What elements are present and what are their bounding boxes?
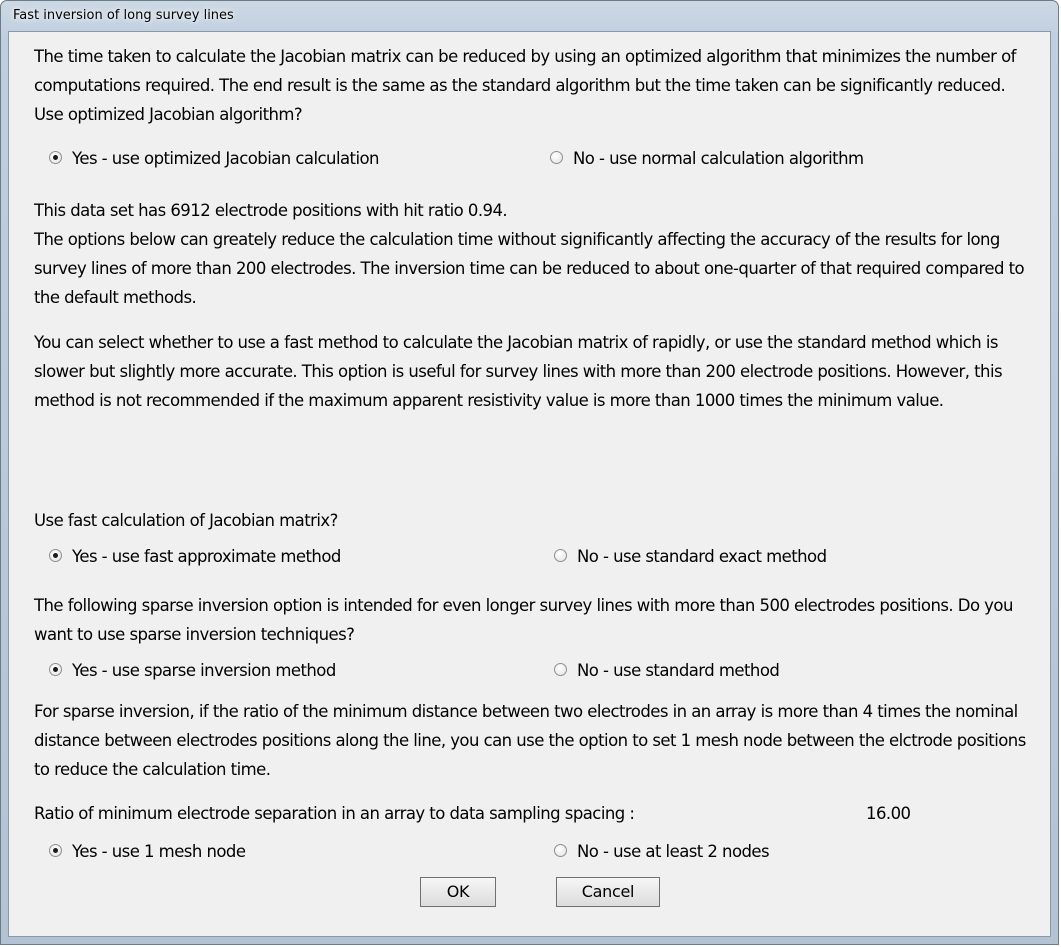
radio-label: Yes - use optimized Jacobian calculation [72, 149, 380, 168]
dataset-info-text: This data set has 6912 electrode positio… [34, 201, 508, 220]
jacobian-optimized-radio-group: Yes - use optimized Jacobian calculation… [9, 145, 1049, 173]
options-intro-text: The options below can greately reduce th… [34, 230, 1025, 307]
radio-label: No - use standard method [577, 661, 780, 680]
dialog-body: The time taken to calculate the Jacobian… [8, 31, 1051, 937]
radio-unchecked-icon [550, 151, 563, 164]
fast-jacobian-yes-radio[interactable]: Yes - use fast approximate method [49, 543, 341, 571]
ratio-value: 16.00 [866, 804, 911, 823]
fast-jacobian-radio-group: Yes - use fast approximate method No - u… [9, 543, 1049, 571]
radio-label: Yes - use 1 mesh node [72, 842, 246, 861]
cancel-button[interactable]: Cancel [556, 877, 660, 907]
jacobian-optimized-no-radio[interactable]: No - use normal calculation algorithm [550, 145, 864, 173]
mesh-node-no-radio[interactable]: No - use at least 2 nodes [554, 838, 770, 866]
radio-label: Yes - use sparse inversion method [72, 661, 336, 680]
jacobian-optimized-yes-radio[interactable]: Yes - use optimized Jacobian calculation [49, 145, 380, 173]
ok-button-label: OK [446, 882, 470, 901]
radio-label: Yes - use fast approximate method [72, 547, 341, 566]
mesh-node-radio-group: Yes - use 1 mesh node No - use at least … [9, 838, 1049, 866]
sparse-inversion-yes-radio[interactable]: Yes - use sparse inversion method [49, 657, 336, 685]
radio-unchecked-icon [554, 844, 567, 857]
radio-checked-icon [49, 663, 62, 676]
fast-jacobian-no-radio[interactable]: No - use standard exact method [554, 543, 827, 571]
cancel-button-label: Cancel [581, 882, 635, 901]
ok-button[interactable]: OK [420, 877, 496, 907]
radio-label: No - use standard exact method [577, 547, 827, 566]
radio-checked-icon [49, 549, 62, 562]
dialog-window: Fast inversion of long survey lines The … [0, 0, 1059, 945]
radio-label: No - use at least 2 nodes [577, 842, 770, 861]
jacobian-optimized-description: The time taken to calculate the Jacobian… [34, 47, 1016, 124]
mesh-node-yes-radio[interactable]: Yes - use 1 mesh node [49, 838, 246, 866]
fast-jacobian-description: You can select whether to use a fast met… [34, 333, 1003, 410]
sparse-inversion-description: The following sparse inversion option is… [34, 596, 1013, 644]
radio-checked-icon [49, 151, 62, 164]
ratio-row: Ratio of minimum electrode separation in… [34, 799, 1039, 828]
radio-unchecked-icon [554, 663, 567, 676]
mesh-node-description: For sparse inversion, if the ratio of th… [34, 702, 1026, 779]
window-title: Fast inversion of long survey lines [13, 8, 234, 23]
sparse-inversion-no-radio[interactable]: No - use standard method [554, 657, 780, 685]
radio-checked-icon [49, 844, 62, 857]
radio-label: No - use normal calculation algorithm [573, 149, 864, 168]
ratio-label: Ratio of minimum electrode separation in… [34, 804, 635, 823]
sparse-inversion-radio-group: Yes - use sparse inversion method No - u… [9, 657, 1049, 685]
fast-jacobian-question: Use fast calculation of Jacobian matrix? [34, 511, 338, 530]
radio-unchecked-icon [554, 549, 567, 562]
